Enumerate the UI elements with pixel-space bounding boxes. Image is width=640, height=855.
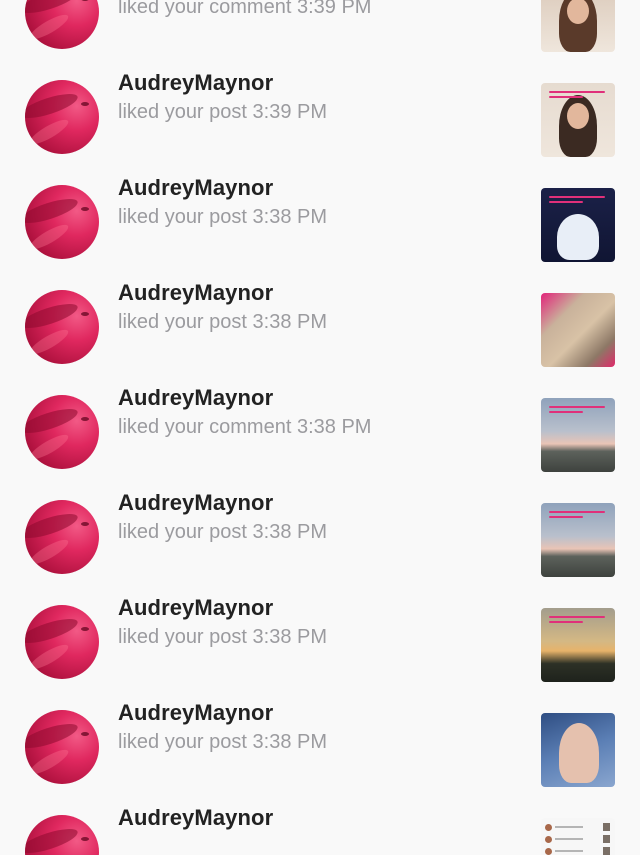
activity-action: liked your post xyxy=(118,311,247,333)
screenshot-list-thumbnail[interactable] xyxy=(541,818,615,855)
username[interactable]: AudreyMaynor xyxy=(118,595,273,621)
activity-text: liked your comment 3:38 PM xyxy=(118,416,371,439)
sky-landscape-thumbnail[interactable] xyxy=(541,398,615,472)
username[interactable]: AudreyMaynor xyxy=(118,280,273,306)
activity-time: 3:38 PM xyxy=(252,521,328,543)
notification-row[interactable]: AudreyMaynor liked your post 3:38 PM xyxy=(0,465,640,577)
activity-text: liked your comment 3:39 PM xyxy=(118,0,371,19)
activity-action: liked your post xyxy=(118,101,247,123)
activity-text: liked your post 3:38 PM xyxy=(118,311,327,334)
username[interactable]: AudreyMaynor xyxy=(118,175,273,201)
username[interactable]: AudreyMaynor xyxy=(118,805,273,831)
avatar[interactable] xyxy=(25,185,99,259)
notification-row[interactable]: AudreyMaynor liked your post 3:39 PM xyxy=(0,45,640,157)
princess-dress-thumbnail[interactable] xyxy=(541,188,615,262)
notification-row[interactable]: AudreyMaynor liked your post 3:38 PM xyxy=(0,150,640,262)
avatar[interactable] xyxy=(25,605,99,679)
activity-text: liked your post 3:38 PM xyxy=(118,206,327,229)
avatar[interactable] xyxy=(25,290,99,364)
notification-row[interactable]: AudreyMaynor liked your post 3:38 PM xyxy=(0,570,640,682)
notification-row[interactable]: AudreyMaynorliked your comment 3:39 PM xyxy=(0,0,640,52)
username[interactable]: AudreyMaynor xyxy=(118,385,273,411)
username[interactable]: AudreyMaynor xyxy=(118,490,273,516)
activity-text: liked your post 3:38 PM xyxy=(118,521,327,544)
activity-time: 3:39 PM xyxy=(252,101,328,123)
sunset-trees-thumbnail[interactable] xyxy=(541,608,615,682)
avatar[interactable] xyxy=(25,500,99,574)
activity-action: liked your comment xyxy=(118,416,292,438)
activity-action: liked your comment xyxy=(118,0,292,18)
avatar[interactable] xyxy=(25,395,99,469)
activity-time: 3:38 PM xyxy=(252,731,328,753)
sky-landscape-thumbnail[interactable] xyxy=(541,503,615,577)
activity-time: 3:38 PM xyxy=(252,626,328,648)
activity-action: liked your post xyxy=(118,521,247,543)
activity-action: liked your post xyxy=(118,626,247,648)
username[interactable]: AudreyMaynor xyxy=(118,700,273,726)
activity-action: liked your post xyxy=(118,731,247,753)
activity-text: liked your post 3:38 PM xyxy=(118,731,327,754)
activity-text: liked your post 3:38 PM xyxy=(118,626,327,649)
activity-action: liked your post xyxy=(118,206,247,228)
selfie-photo-thumbnail[interactable] xyxy=(541,83,615,157)
activity-time: 3:38 PM xyxy=(252,206,328,228)
avatar[interactable] xyxy=(25,815,99,855)
activity-text: liked your post 3:39 PM xyxy=(118,101,327,124)
avatar[interactable] xyxy=(25,80,99,154)
notification-row[interactable]: AudreyMaynor liked your comment 3:38 PM xyxy=(0,360,640,472)
hand-nails-thumbnail[interactable] xyxy=(541,713,615,787)
activity-time: 3:38 PM xyxy=(296,416,372,438)
activity-list: AudreyMaynorliked your comment 3:39 PMAu… xyxy=(0,0,640,855)
avatar[interactable] xyxy=(25,710,99,784)
notification-row[interactable]: AudreyMaynor liked your post 3:38 PM xyxy=(0,255,640,367)
blonde-hair-thumbnail[interactable] xyxy=(541,293,615,367)
username[interactable]: AudreyMaynor xyxy=(118,70,273,96)
activity-time: 3:39 PM xyxy=(296,0,372,18)
activity-time: 3:38 PM xyxy=(252,311,328,333)
notification-row[interactable]: AudreyMaynor liked your post 3:38 PM xyxy=(0,675,640,787)
avatar[interactable] xyxy=(25,0,99,49)
notification-row[interactable]: AudreyMaynor xyxy=(0,780,640,855)
